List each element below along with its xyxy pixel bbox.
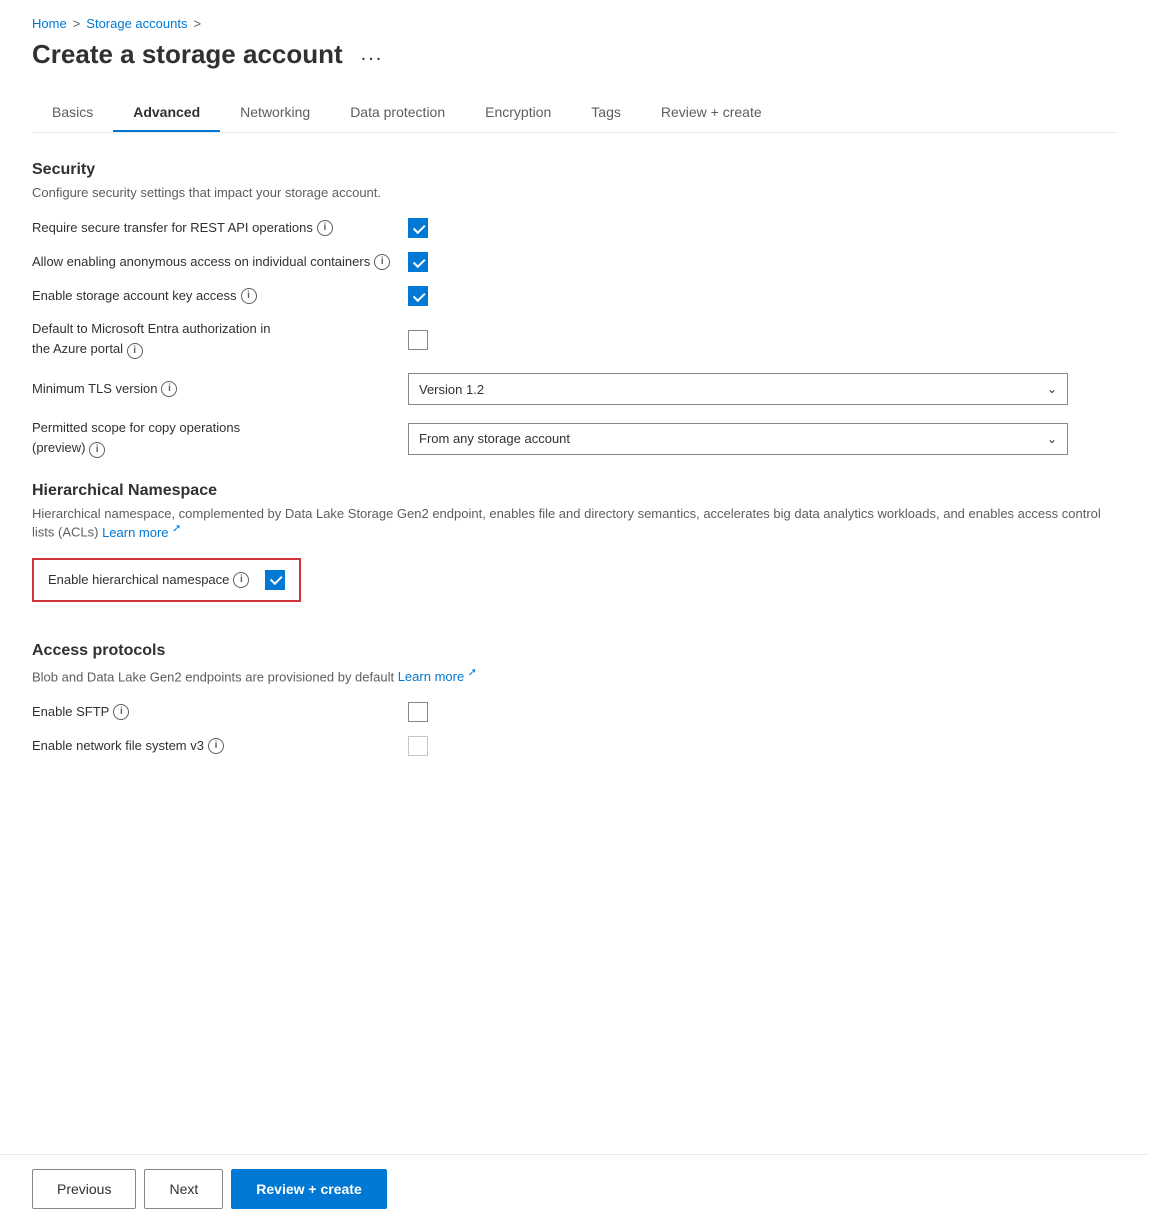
permitted-scope-dropdown[interactable]: From any storage account ⌄ bbox=[408, 423, 1068, 455]
enable-nfs-checkbox[interactable] bbox=[408, 736, 428, 756]
min-tls-row: Minimum TLS version i Version 1.2 ⌄ bbox=[32, 373, 1117, 405]
default-entra-label: Default to Microsoft Entra authorization… bbox=[32, 320, 392, 359]
bottom-bar: Previous Next Review + create bbox=[0, 1154, 1149, 1223]
enable-nfs-row: Enable network file system v3 i bbox=[32, 736, 1117, 756]
tab-tags[interactable]: Tags bbox=[571, 94, 641, 132]
breadcrumb-storage[interactable]: Storage accounts bbox=[86, 16, 187, 31]
hierarchical-namespace-highlight-box: Enable hierarchical namespace i bbox=[32, 558, 301, 602]
review-create-button[interactable]: Review + create bbox=[231, 1169, 386, 1209]
min-tls-value: Version 1.2 bbox=[419, 382, 484, 397]
security-title: Security bbox=[32, 161, 1117, 179]
min-tls-dropdown[interactable]: Version 1.2 ⌄ bbox=[408, 373, 1068, 405]
breadcrumb-sep1: > bbox=[73, 16, 81, 31]
min-tls-chevron-icon: ⌄ bbox=[1047, 382, 1057, 396]
hierarchical-section: Hierarchical Namespace Hierarchical name… bbox=[32, 482, 1117, 623]
permitted-scope-row: Permitted scope for copy operations (pre… bbox=[32, 419, 1117, 458]
enable-sftp-label: Enable SFTP i bbox=[32, 703, 392, 721]
permitted-scope-value: From any storage account bbox=[419, 431, 570, 446]
hierarchical-learn-more-link[interactable]: Learn more ➚ bbox=[102, 525, 181, 540]
min-tls-info-icon[interactable]: i bbox=[161, 381, 177, 397]
enable-nfs-info-icon[interactable]: i bbox=[208, 738, 224, 754]
tab-bar: Basics Advanced Networking Data protecti… bbox=[32, 94, 1117, 133]
enable-hierarchical-checkbox[interactable] bbox=[265, 570, 285, 590]
tab-networking[interactable]: Networking bbox=[220, 94, 330, 132]
hierarchical-desc: Hierarchical namespace, complemented by … bbox=[32, 506, 1117, 539]
allow-anonymous-access-label: Allow enabling anonymous access on indiv… bbox=[32, 253, 392, 271]
enable-sftp-row: Enable SFTP i bbox=[32, 702, 1117, 722]
access-protocols-desc: Blob and Data Lake Gen2 endpoints are pr… bbox=[32, 666, 1117, 684]
permitted-scope-label: Permitted scope for copy operations (pre… bbox=[32, 419, 392, 458]
enable-hierarchical-label: Enable hierarchical namespace i bbox=[48, 571, 249, 589]
access-protocols-title: Access protocols bbox=[32, 642, 1117, 660]
enable-key-access-checkbox[interactable] bbox=[408, 286, 428, 306]
tab-data-protection[interactable]: Data protection bbox=[330, 94, 465, 132]
allow-anonymous-access-row: Allow enabling anonymous access on indiv… bbox=[32, 252, 1117, 272]
enable-hierarchical-info-icon[interactable]: i bbox=[233, 572, 249, 588]
breadcrumb-home[interactable]: Home bbox=[32, 16, 67, 31]
access-protocols-section: Access protocols Blob and Data Lake Gen2… bbox=[32, 642, 1117, 756]
min-tls-label: Minimum TLS version i bbox=[32, 380, 392, 398]
page-title: Create a storage account bbox=[32, 39, 343, 70]
page-title-row: Create a storage account ... bbox=[32, 39, 1117, 70]
permitted-scope-info-icon[interactable]: i bbox=[89, 442, 105, 458]
default-entra-row: Default to Microsoft Entra authorization… bbox=[32, 320, 1117, 359]
hierarchical-title: Hierarchical Namespace bbox=[32, 482, 1117, 500]
hierarchical-external-icon: ➚ bbox=[172, 522, 181, 534]
security-section: Security Configure security settings tha… bbox=[32, 161, 1117, 458]
tab-encryption[interactable]: Encryption bbox=[465, 94, 571, 132]
tab-advanced[interactable]: Advanced bbox=[113, 94, 220, 132]
default-entra-checkbox[interactable] bbox=[408, 330, 428, 350]
enable-key-access-info-icon[interactable]: i bbox=[241, 288, 257, 304]
next-button[interactable]: Next bbox=[144, 1169, 223, 1209]
require-secure-transfer-info-icon[interactable]: i bbox=[317, 220, 333, 236]
enable-sftp-checkbox[interactable] bbox=[408, 702, 428, 722]
allow-anonymous-access-checkbox[interactable] bbox=[408, 252, 428, 272]
content-area: Security Configure security settings tha… bbox=[32, 161, 1117, 850]
breadcrumb-sep2: > bbox=[193, 16, 201, 31]
access-protocols-external-icon: ➚ bbox=[468, 667, 477, 679]
default-entra-info-icon[interactable]: i bbox=[127, 343, 143, 359]
enable-key-access-row: Enable storage account key access i bbox=[32, 286, 1117, 306]
access-protocols-learn-more-link[interactable]: Learn more ➚ bbox=[398, 669, 477, 684]
security-desc: Configure security settings that impact … bbox=[32, 185, 1117, 200]
require-secure-transfer-row: Require secure transfer for REST API ope… bbox=[32, 218, 1117, 238]
permitted-scope-chevron-icon: ⌄ bbox=[1047, 432, 1057, 446]
tab-basics[interactable]: Basics bbox=[32, 94, 113, 132]
enable-nfs-label: Enable network file system v3 i bbox=[32, 737, 392, 755]
tab-review-create[interactable]: Review + create bbox=[641, 94, 782, 132]
enable-key-access-label: Enable storage account key access i bbox=[32, 287, 392, 305]
allow-anonymous-access-info-icon[interactable]: i bbox=[374, 254, 390, 270]
breadcrumb: Home > Storage accounts > bbox=[32, 16, 1117, 31]
require-secure-transfer-label: Require secure transfer for REST API ope… bbox=[32, 219, 392, 237]
ellipsis-button[interactable]: ... bbox=[355, 41, 390, 68]
require-secure-transfer-checkbox[interactable] bbox=[408, 218, 428, 238]
previous-button[interactable]: Previous bbox=[32, 1169, 136, 1209]
enable-sftp-info-icon[interactable]: i bbox=[113, 704, 129, 720]
